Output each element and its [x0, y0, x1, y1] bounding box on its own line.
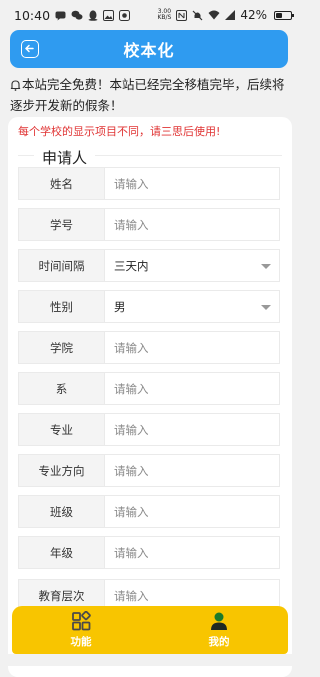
class-input[interactable]: [114, 504, 279, 519]
department-input[interactable]: [114, 381, 279, 396]
form-row-student-id: 学号: [18, 208, 280, 241]
form-row-department: 系: [18, 372, 280, 405]
tab-mine[interactable]: 我的: [150, 606, 288, 654]
form-card: 每个学校的显示项目不同，请三思后使用! 申请人 姓名 学号 时间间隔 三天内 性…: [8, 117, 292, 677]
network-speed: 3.00 KB/S: [157, 9, 171, 21]
battery-icon: [274, 10, 294, 20]
qq-icon: [88, 9, 98, 21]
tab-label: 功能: [70, 636, 92, 648]
signal-icon: [225, 10, 236, 20]
gender-select[interactable]: 男: [105, 291, 279, 322]
wechat-icon: [71, 10, 83, 21]
field-label: 性别: [19, 291, 105, 322]
status-time: 10:40: [14, 7, 51, 23]
user-icon: [211, 612, 227, 630]
form-row-class: 班级: [18, 495, 280, 528]
field-label: 班级: [19, 496, 105, 527]
dropdown-arrow-icon: [261, 264, 271, 269]
time-interval-select[interactable]: 三天内: [105, 250, 279, 281]
education-level-input[interactable]: [114, 588, 279, 603]
nfc-icon: [176, 9, 188, 21]
form-row-major: 专业: [18, 413, 280, 446]
section-title: 申请人: [34, 147, 96, 168]
form-row-college: 学院: [18, 331, 280, 364]
bottom-nav: 功能 我的: [12, 606, 288, 654]
battery-percent: 42%: [240, 8, 267, 22]
field-label: 姓名: [19, 168, 105, 199]
wifi-icon: [208, 10, 220, 20]
network-speed-unit: KB/S: [157, 14, 172, 21]
page-title: 校本化: [123, 41, 175, 60]
notice-banner: 本站完全免费！本站已经完全移植完毕，后续将逐步开发新的假条！: [10, 75, 292, 115]
gallery-icon: [103, 9, 115, 21]
app-header: 校本化: [10, 30, 288, 68]
dropdown-arrow-icon: [261, 305, 271, 310]
grid-icon: [72, 611, 91, 631]
tab-label: 我的: [208, 636, 230, 648]
field-label: 系: [19, 373, 105, 404]
warning-text: 每个学校的显示项目不同，请三思后使用!: [18, 125, 221, 138]
form-row-major-direction: 专业方向: [18, 454, 280, 487]
field-label: 年级: [19, 537, 105, 568]
photo-app-icon: [119, 9, 131, 21]
major-input[interactable]: [114, 422, 279, 437]
form-row-name: 姓名: [18, 167, 280, 200]
college-input[interactable]: [114, 340, 279, 355]
notice-text: 本站完全免费！本站已经完全移植完毕，后续将逐步开发新的假条！: [10, 77, 285, 113]
field-label: 学院: [19, 332, 105, 363]
status-bar: 10:40 3.00 KB/S 42%: [0, 0, 300, 30]
grade-input[interactable]: [114, 545, 279, 560]
form-row-grade: 年级: [18, 536, 280, 569]
tab-functions[interactable]: 功能: [12, 606, 150, 654]
message-notification-icon: [55, 10, 66, 21]
form-row-time-interval: 时间间隔 三天内: [18, 249, 280, 282]
field-label: 学号: [19, 209, 105, 240]
mute-bell-icon: [192, 10, 203, 21]
major-direction-input[interactable]: [114, 463, 279, 478]
field-label: 时间间隔: [19, 250, 105, 281]
field-label: 专业: [19, 414, 105, 445]
student-id-input[interactable]: [114, 217, 279, 232]
time-interval-value: 三天内: [114, 258, 149, 273]
back-icon[interactable]: [21, 40, 39, 58]
bell-icon: [10, 77, 21, 96]
name-input[interactable]: [114, 176, 279, 191]
system-nav-area: [0, 654, 300, 666]
form-row-gender: 性别 男: [18, 290, 280, 323]
field-label: 专业方向: [19, 455, 105, 486]
gender-value: 男: [114, 299, 126, 314]
